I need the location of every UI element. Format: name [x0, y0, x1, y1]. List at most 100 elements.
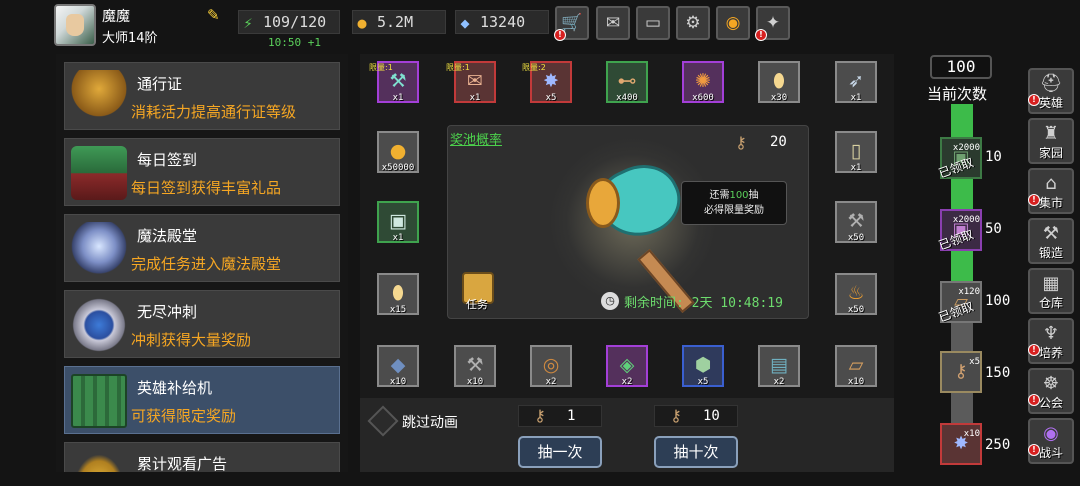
pool-probability-link[interactable]: 奖池概率: [450, 129, 502, 148]
reward-qty: x1: [392, 93, 404, 103]
nav-guild[interactable]: ☸ 公会 !: [1028, 368, 1074, 414]
reward-slot[interactable]: ⬮ x15: [377, 273, 419, 315]
timer-value: 2天 10:48:19: [691, 296, 783, 311]
reward-qty: x15: [389, 305, 407, 315]
reward-slot[interactable]: ⊷ x400: [606, 61, 648, 103]
reward-qty: x10: [466, 377, 484, 387]
gem-resource[interactable]: ◆ 13240: [455, 10, 549, 34]
player-rank: 大师14阶: [102, 31, 158, 46]
gift-books-icon: [71, 146, 127, 200]
nav-battle[interactable]: ◉ 战斗 !: [1028, 418, 1074, 464]
reward-slot[interactable]: ⬮ x30: [758, 61, 800, 103]
task-label[interactable]: 任务: [466, 296, 488, 312]
nav-forge[interactable]: ⚒ 锻造: [1028, 218, 1074, 264]
gold-resource[interactable]: ● 5.2M: [352, 10, 446, 34]
milestone-count: 50: [985, 221, 1002, 237]
reward-slot[interactable]: ● x50000: [377, 131, 419, 173]
draw-once-button[interactable]: 抽一次: [518, 436, 602, 468]
player-avatar[interactable]: [54, 4, 96, 46]
bone-icon: ⊷: [617, 70, 637, 92]
tip-suffix: 抽: [748, 190, 759, 201]
remaining-time: 剩余时间: 2天 10:48:19: [624, 292, 783, 311]
reward-slot[interactable]: ⚒ x50: [835, 201, 877, 243]
milestone-reward[interactable]: x5 ⚷: [940, 351, 982, 393]
ore-icon: ◆: [390, 354, 406, 376]
menu-item-hero-supply[interactable]: 英雄补给机 可获得限定奖励: [64, 366, 340, 434]
reward-slot[interactable]: ⚒ x10: [454, 345, 496, 387]
energy-bolt-icon: ⚡: [243, 14, 253, 32]
edit-icon[interactable]: ✎: [207, 7, 223, 23]
milestone-reward[interactable]: x2000 ▣ 已领取: [937, 137, 982, 181]
energy-resource[interactable]: ⚡ 109/120: [238, 10, 340, 34]
reward-slot[interactable]: ◎ x2: [530, 345, 572, 387]
menu-item-ad-watch[interactable]: 累计观看广告: [64, 442, 340, 472]
bronze-key-icon: ⚷: [534, 406, 546, 425]
menu-item-magic-hall[interactable]: 魔法殿堂 完成任务进入魔法殿堂: [64, 214, 340, 282]
mail-button[interactable]: ✉: [596, 6, 630, 40]
skip-animation-label[interactable]: 跳过动画: [402, 412, 458, 432]
reward-slot[interactable]: ✺ x600: [682, 61, 724, 103]
nav-hero[interactable]: ⛑ 英雄 !: [1028, 68, 1074, 114]
single-cost-value: 1: [567, 408, 576, 424]
reward-slot[interactable]: ▯ x1: [835, 131, 877, 173]
nav-label: 锻造: [1038, 246, 1063, 260]
golden-chalice-icon: [71, 70, 127, 124]
reward-slot[interactable]: ◆ x10: [377, 345, 419, 387]
gamepad-button[interactable]: ▭: [636, 6, 670, 40]
egg-icon: ⬮: [773, 70, 785, 92]
reward-slot[interactable]: 限量:1 ✉ x1: [446, 61, 496, 103]
color-wheel-button[interactable]: ◉: [716, 6, 750, 40]
timer-label: 剩余时间:: [624, 296, 684, 311]
reward-slot[interactable]: 限量:2 ✸ x5: [522, 61, 572, 103]
anvil-icon: ⚒: [1042, 223, 1060, 244]
fireworks-button[interactable]: ✦!: [755, 6, 790, 41]
bronze-coin-icon: ◎: [542, 354, 560, 376]
nav-market[interactable]: ⌂ 集市 !: [1028, 168, 1074, 214]
milestone-qty: x5: [969, 357, 980, 367]
nav-home[interactable]: ♜ 家园: [1028, 118, 1074, 164]
milestone-reward[interactable]: x120 ▱ 已领取: [937, 281, 982, 325]
reward-slot[interactable]: ➶ x1: [835, 61, 877, 103]
reward-slot[interactable]: ♨ x50: [835, 273, 877, 315]
nav-warehouse[interactable]: ▦ 仓库: [1028, 268, 1074, 314]
reward-slot[interactable]: ▤ x2: [758, 345, 800, 387]
milestone-reward[interactable]: x10 ✸: [940, 423, 982, 465]
limit-tag: 限量:1: [369, 63, 393, 72]
nav-cultivate[interactable]: ♆ 培养 !: [1028, 318, 1074, 364]
gold-coins-icon: [71, 450, 127, 472]
reward-qty: x5: [545, 93, 557, 103]
alert-badge: !: [1028, 94, 1040, 106]
milestone-qty: x10: [963, 429, 980, 439]
reward-slot[interactable]: ▱ x10: [835, 345, 877, 387]
fire-scroll-icon: ✺: [695, 70, 711, 92]
reward-slot[interactable]: ⬢ x5: [682, 345, 724, 387]
milestone-count: 150: [985, 365, 1011, 381]
settings-button[interactable]: ⚙: [676, 6, 710, 40]
tip-line2: 必得限量奖励: [704, 205, 764, 216]
portal-icon: ◉: [1043, 423, 1059, 444]
current-count: 100: [930, 55, 992, 79]
helmet-icon: ⛑: [1039, 73, 1063, 94]
mail-icon: ✉: [605, 13, 621, 33]
menu-item-endless-sprint[interactable]: 无尽冲刺 冲刺获得大量奖励: [64, 290, 340, 358]
reward-qty: x600: [692, 93, 714, 103]
color-wheel-icon: ◉: [725, 13, 741, 33]
alert-badge: !: [1028, 344, 1040, 356]
limit-tag: 限量:2: [522, 63, 546, 72]
menu-item-title: 无尽冲刺: [137, 303, 198, 321]
feather-icon: ➶: [848, 70, 864, 92]
player-name: 魔魔: [102, 9, 130, 25]
menu-item-battle-pass[interactable]: 通行证 消耗活力提高通行证等级: [64, 62, 340, 130]
tip-prefix: 还需: [709, 190, 730, 201]
draw-ten-button[interactable]: 抽十次: [654, 436, 738, 468]
reward-slot[interactable]: 限量:1 ⚒ x1: [369, 61, 419, 103]
reward-slot[interactable]: ▣ x1: [377, 201, 419, 243]
reward-qty: x2: [773, 377, 785, 387]
milestone-reward[interactable]: x2000 ▣ 已领取: [937, 209, 982, 253]
milestone-count: 100: [985, 293, 1011, 309]
menu-item-title: 魔法殿堂: [137, 227, 198, 245]
menu-item-daily-checkin[interactable]: 每日签到 每日签到获得丰富礼品: [64, 138, 340, 206]
shop-button[interactable]: 🛒!: [554, 6, 589, 41]
skip-animation-checkbox[interactable]: [367, 405, 399, 437]
reward-slot[interactable]: ◈ x2: [606, 345, 648, 387]
